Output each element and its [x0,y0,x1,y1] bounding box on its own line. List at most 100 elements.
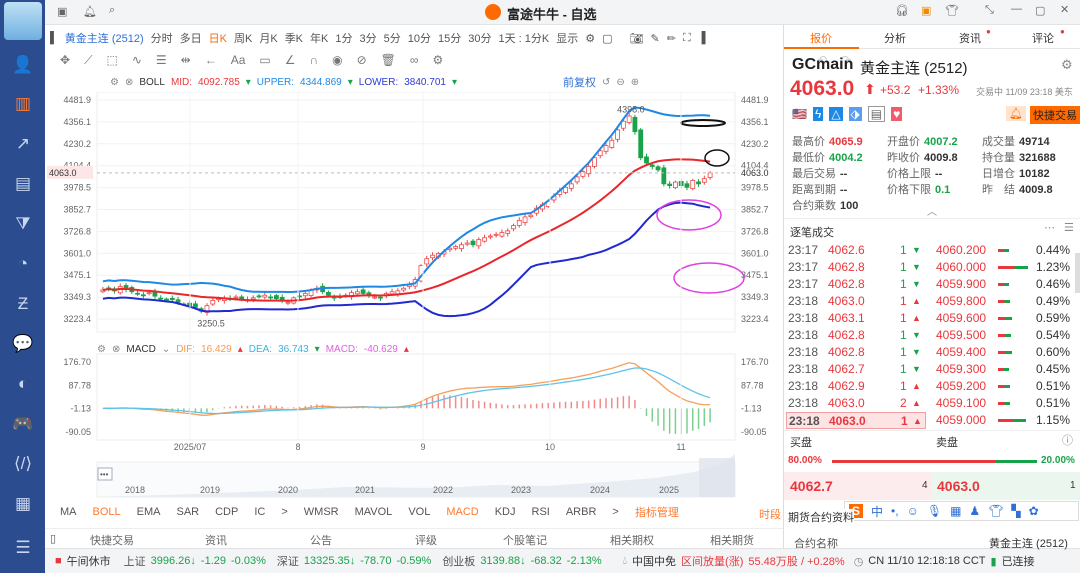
indicator-settings-icon[interactable]: ⚙ [110,77,119,88]
fullscreen-icon[interactable]: ⛶ [683,32,691,45]
indicator-tab[interactable]: WMSR [304,506,339,518]
collapse-chevron-icon[interactable]: ︿ [927,203,937,218]
tab-analysis[interactable]: 分析 [884,30,906,46]
news-stock[interactable]: 中国中免 [632,553,676,569]
menu-icon[interactable]: ☰ [12,538,34,558]
range-tool-icon[interactable]: ⇹ [181,53,191,67]
zoom-out-icon[interactable]: ⊖ [616,77,624,88]
bag-icon[interactable]: ▣ [921,4,931,17]
tab-quote[interactable]: 报价 [810,30,832,46]
scrollbar[interactable] [1075,253,1080,293]
index-name[interactable]: 深证 [277,553,299,569]
ime-skin-icon[interactable]: 👕︎ [988,504,1003,518]
pyramid-icon[interactable]: △ [829,107,843,121]
indicator-tab[interactable]: BOLL [93,506,121,518]
bottom-tab[interactable]: 评级 [415,532,437,548]
angle-tool-icon[interactable]: ∠ [285,53,296,67]
indicator-close-icon[interactable]: ⊗ [125,77,133,88]
bottom-tab[interactable]: 相关期货 [710,532,754,548]
bottom-tab[interactable]: 相关期权 [610,532,654,548]
settings-icon[interactable]: ⚙ [585,32,595,45]
trade-row[interactable]: 23:18 4063.0 1 ▲ [786,412,926,429]
ime-emoji-icon[interactable]: ☺ [907,504,919,518]
zhu-icon[interactable]: Ƶ [12,294,34,314]
indicator-tab[interactable]: SAR [176,506,199,518]
period-tab[interactable]: 分时 [151,30,173,46]
trash-icon[interactable]: 🗑︎ [381,53,396,67]
quote-settings-icon[interactable]: ⚙ [1061,57,1073,73]
more-icon[interactable]: ⋯ [1044,221,1055,234]
pencil-icon[interactable]: ✏︎ [667,32,676,45]
indicator-tab[interactable]: VOL [408,506,430,518]
indicator-tab[interactable]: 指标管理 [635,504,679,520]
comment-tool-icon[interactable]: ▭ [259,53,270,67]
indicator-tab[interactable]: IC [254,506,265,518]
moon-icon[interactable]: ◐ [12,374,34,394]
bid-box[interactable]: 4062.7 4 [784,472,932,500]
indicator-tab[interactable]: RSI [532,506,550,518]
game-icon[interactable]: 🎮 [12,414,34,434]
quick-trade-button[interactable]: 快捷交易 [1030,106,1080,124]
symbol-label[interactable]: 黄金主连 (2512) [65,30,144,46]
time-tab[interactable]: 时段 [759,506,781,522]
sidepanel-icon[interactable]: ▐ [698,32,706,44]
device-icon[interactable]: ▯ [50,532,56,545]
period-tab[interactable]: 日K [209,30,227,46]
doc-icon[interactable]: ▤ [867,106,886,122]
headset-icon[interactable]: 🎧︎ [895,4,909,17]
filter-icon[interactable]: ⧩ [12,214,34,234]
range-select[interactable]: 1天 : 1分K [499,30,550,46]
period-tab[interactable]: 周K [234,30,252,46]
doc-icon[interactable]: ▦ [12,494,34,514]
user-icon[interactable]: 👤 [12,55,34,75]
move-icon[interactable]: ✥ [60,53,70,67]
heart-icon[interactable]: ♥ [891,107,903,121]
indicator-name[interactable]: BOLL [139,77,165,88]
chevron-down-icon[interactable]: ⌄ [162,344,170,355]
period-tab[interactable]: 30分 [468,30,491,46]
ask-box[interactable]: 4063.0 1 [932,472,1080,500]
index-name[interactable]: 创业板 [442,553,475,569]
ime-settings-icon[interactable]: ✿ [1029,504,1039,518]
period-tab[interactable]: 月K [259,30,277,46]
period-tab[interactable]: 3分 [360,30,377,46]
ime-user-icon[interactable]: ♟ [969,504,980,518]
index-name[interactable]: 上证 [124,553,146,569]
watchlist-icon[interactable]: ▥ [12,94,34,114]
text-tool-icon[interactable]: Aa [231,53,246,67]
close-button[interactable]: ✕ [1060,3,1069,16]
tag-icon[interactable]: ⬗ [848,107,862,121]
macd-settings-icon[interactable]: ⚙ [97,344,106,355]
market-icon[interactable]: ↗ [12,134,34,154]
period-tab[interactable]: 多日 [180,30,202,46]
indicator-tab[interactable]: MACD [446,506,478,518]
message-icon[interactable]: 💬 [12,334,34,354]
period-tab[interactable]: 季K [285,30,303,46]
indicator-tab[interactable]: MA [60,506,77,518]
indicator-tab[interactable]: ARBR [566,506,597,518]
bottom-tab[interactable]: 快捷交易 [90,532,134,548]
bottom-tab[interactable]: 公告 [310,532,332,548]
macd-name[interactable]: MACD [126,344,155,355]
indicator-tab[interactable]: > [281,506,287,518]
note-icon[interactable]: ✎ [651,32,660,45]
pie-icon[interactable]: ◔ [12,254,34,274]
period-tab[interactable]: 年K [310,30,328,46]
fib-tool-icon[interactable]: ☰ [156,53,167,67]
ime-keyboard-icon[interactable]: ▦ [950,504,961,518]
minimize-button[interactable]: — [1011,3,1022,15]
kline-chart[interactable]: 4481.9 4481.94356.1 4356.14230.2 4230.24104… [45,92,783,502]
indicator-tab[interactable]: > [612,506,618,518]
trade-icon[interactable]: ▤ [12,174,34,194]
magnet-icon[interactable]: ∩ [310,53,319,67]
indicator-tab[interactable]: EMA [137,506,161,518]
period-tab[interactable]: 1分 [335,30,352,46]
bottom-tab[interactable]: 个股笔记 [503,532,547,548]
zoom-in-icon[interactable]: ⊕ [631,77,639,88]
period-tab[interactable]: 5分 [384,30,401,46]
ime-grid-icon[interactable]: ▚ [1011,504,1020,518]
ime-mic-icon[interactable]: 🎙︎ [927,504,942,518]
arrow-tool-icon[interactable]: ← [205,53,217,67]
macd-close-icon[interactable]: ⊗ [112,344,120,355]
wave-tool-icon[interactable]: ∿ [132,53,142,67]
